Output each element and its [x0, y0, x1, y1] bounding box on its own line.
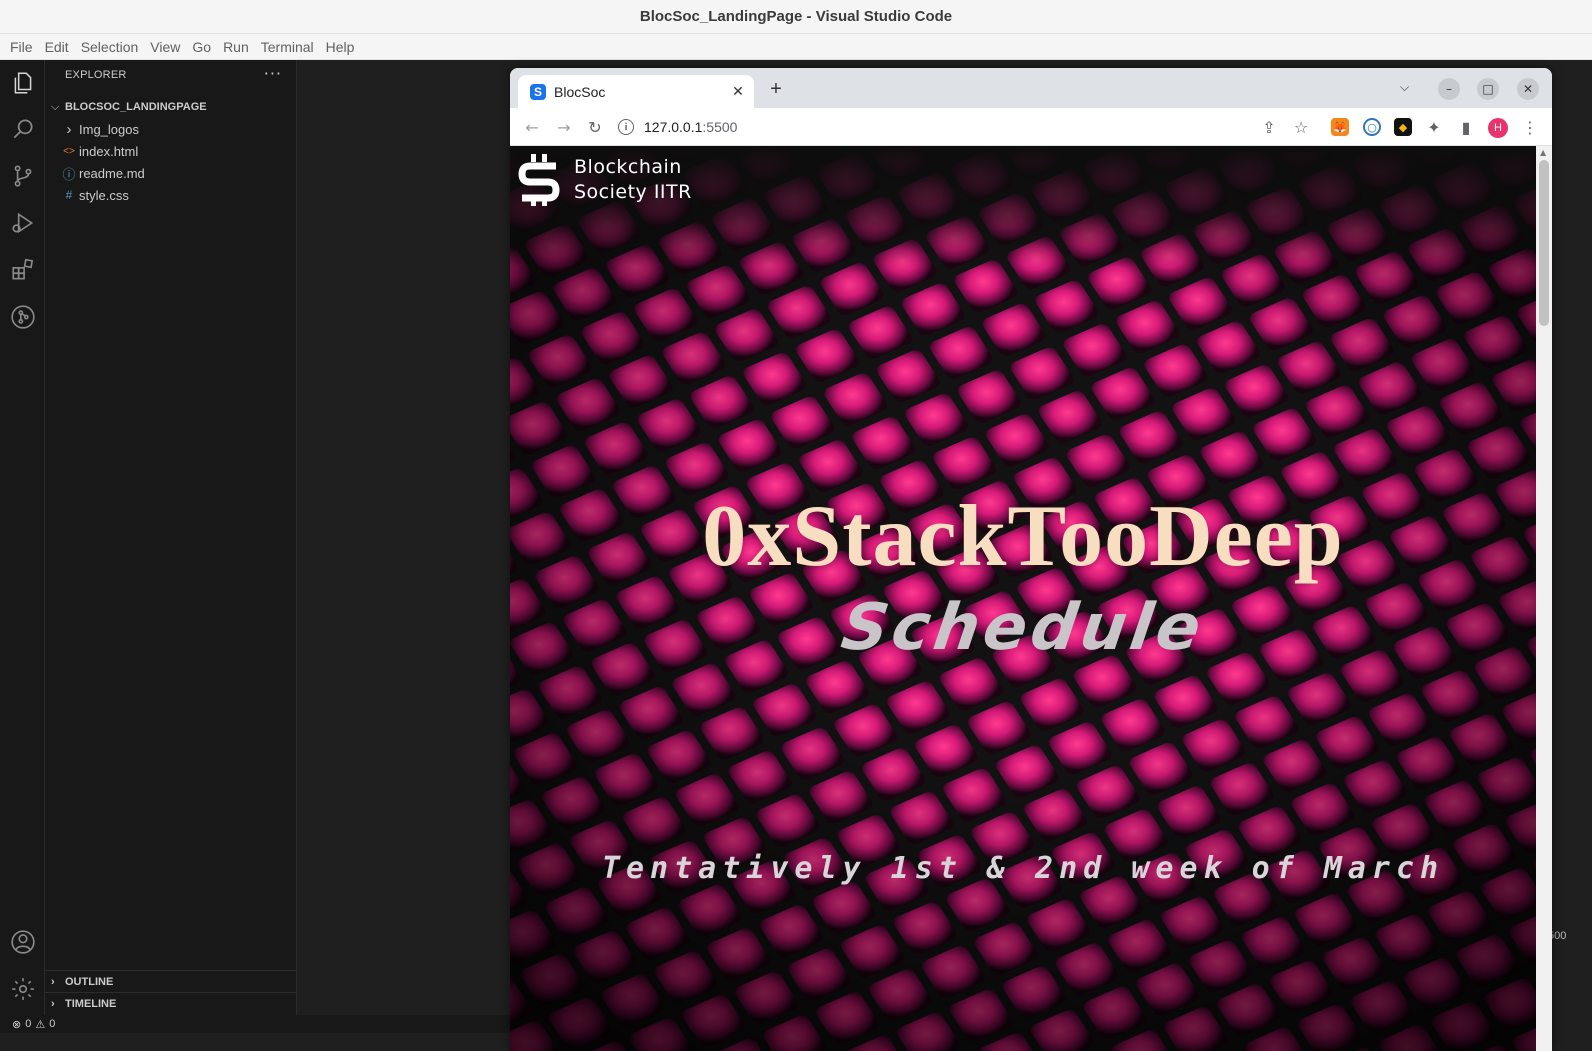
tree-item-file[interactable]: ⓘ readme.md [45, 162, 297, 184]
css-file-icon: # [65, 188, 73, 202]
extension-wallet-icon[interactable]: ◆ [1394, 118, 1412, 136]
extension-circle-icon[interactable]: ○ [1363, 118, 1381, 136]
more-actions-icon[interactable]: ··· [264, 64, 282, 83]
site-info-icon[interactable]: i [618, 119, 634, 135]
maximize-icon[interactable]: □ [1477, 78, 1499, 100]
git-graph-icon[interactable] [0, 294, 45, 340]
workspace-root-label: BLOCSOC_LANDINGPAGE [65, 101, 207, 113]
browser-toolbar: ← → ↻ i 127.0.0.1:5500 ⇪ ☆ 🦊 ○ ◆ ✦ ▮ H ⋮ [510, 108, 1552, 146]
tab-search-icon[interactable]: ⌵ [1400, 80, 1409, 95]
share-icon[interactable]: ⇪ [1257, 115, 1281, 139]
chevron-right-icon: › [51, 975, 55, 988]
tab-title: BlocSoc [554, 83, 606, 100]
tree-item-label: style.css [79, 187, 129, 203]
extensions-puzzle-icon[interactable]: ✦ [1422, 115, 1446, 139]
status-bar[interactable]: ⊗ 0 ⚠ 0 [0, 1015, 510, 1033]
source-control-icon[interactable] [0, 153, 45, 199]
timeline-label: TIMELINE [65, 997, 117, 1010]
outline-label: OUTLINE [65, 975, 114, 988]
error-count: 0 [25, 1018, 32, 1030]
menu-bar: File Edit Selection View Go Run Terminal… [0, 34, 1592, 60]
extensions-icon[interactable] [0, 247, 45, 293]
html-file-icon: <> [63, 145, 75, 157]
activity-bar [0, 60, 45, 1031]
scroll-up-icon[interactable]: ▲ [1540, 148, 1546, 157]
forward-icon[interactable]: → [552, 115, 576, 139]
metamask-extension-icon[interactable]: 🦊 [1331, 118, 1349, 136]
bookmark-star-icon[interactable]: ☆ [1289, 115, 1313, 139]
site-logo[interactable]: Blockchain Society IITR [518, 154, 692, 206]
menu-selection[interactable]: Selection [75, 39, 145, 55]
reload-icon[interactable]: ↻ [583, 115, 607, 139]
brand-line-1: Blockchain [574, 156, 682, 178]
menu-run[interactable]: Run [217, 39, 255, 55]
menu-file[interactable]: File [4, 39, 39, 55]
close-tab-icon[interactable]: ✕ [728, 84, 748, 100]
page-scrollbar[interactable]: ▲ [1536, 146, 1552, 1051]
browser-menu-icon[interactable]: ⋮ [1518, 115, 1542, 139]
url-text: 127.0.0.1:5500 [644, 119, 738, 135]
tree-item-label: Img_logos [79, 121, 139, 137]
tab-strip: S BlocSoc ✕ + ⌵ – □ ✕ [510, 68, 1552, 108]
new-tab-button[interactable]: + [764, 77, 788, 101]
tree-item-file[interactable]: <> index.html [45, 140, 297, 162]
hero-date: Tentatively 1st & 2nd week of March [601, 851, 1445, 886]
warning-icon: ⚠ [35, 1018, 46, 1031]
info-icon: ⓘ [62, 166, 76, 182]
accounts-icon[interactable] [0, 919, 45, 965]
close-window-icon[interactable]: ✕ [1517, 78, 1539, 100]
chevron-down-icon: ⌵ [51, 100, 60, 113]
explorer-header: EXPLORER [65, 69, 127, 81]
run-debug-icon[interactable] [0, 200, 45, 246]
menu-help[interactable]: Help [320, 39, 361, 55]
window-title: BlocSoc_LandingPage - Visual Studio Code [639, 8, 953, 25]
tree-item-label: readme.md [79, 165, 145, 181]
explorer-sidebar: EXPLORER ··· ⌵ BLOCSOC_LANDINGPAGE › Img… [45, 60, 297, 1031]
favicon: S [530, 83, 546, 100]
chevron-right-icon: › [66, 120, 72, 138]
hero-subtitle: Schedule [836, 591, 1210, 665]
dollar-logo-icon [518, 154, 560, 206]
window-titlebar: BlocSoc_LandingPage - Visual Studio Code [0, 0, 1592, 34]
chevron-right-icon: › [51, 997, 55, 1010]
gear-icon[interactable] [0, 966, 45, 1012]
hero-title: 0xStackTooDeep [702, 488, 1344, 585]
back-icon[interactable]: ← [520, 115, 544, 139]
warning-count: 0 [49, 1018, 56, 1030]
workspace-root[interactable]: ⌵ BLOCSOC_LANDINGPAGE [45, 96, 297, 118]
outline-section[interactable]: › OUTLINE [45, 970, 297, 992]
timeline-section[interactable]: › TIMELINE [45, 992, 297, 1014]
search-icon[interactable] [0, 106, 45, 152]
scrollbar-thumb[interactable] [1539, 160, 1549, 326]
profile-avatar[interactable]: H [1488, 118, 1508, 138]
minimize-icon[interactable]: – [1438, 78, 1460, 100]
menu-edit[interactable]: Edit [39, 39, 75, 55]
explorer-icon[interactable] [0, 60, 45, 106]
browser-tab[interactable]: S BlocSoc ✕ [518, 75, 754, 108]
menu-terminal[interactable]: Terminal [255, 39, 320, 55]
address-bar[interactable]: i 127.0.0.1:5500 [618, 112, 1258, 142]
tree-item-folder[interactable]: › Img_logos [45, 118, 297, 140]
site-brand: Blockchain Society IITR [574, 155, 692, 205]
menu-view[interactable]: View [144, 39, 186, 55]
panel-strip [0, 1033, 510, 1051]
side-panel-icon[interactable]: ▮ [1454, 115, 1478, 139]
error-icon: ⊗ [12, 1018, 22, 1031]
browser-window: S BlocSoc ✕ + ⌵ – □ ✕ ← → ↻ i 127.0.0.1:… [510, 68, 1552, 1051]
brand-line-2: Society IITR [574, 181, 692, 203]
web-page: Blockchain Society IITR 0xStackTooDeep S… [510, 146, 1536, 1051]
tree-item-file[interactable]: # style.css [45, 184, 297, 206]
menu-go[interactable]: Go [186, 39, 217, 55]
tree-item-label: index.html [79, 143, 139, 159]
